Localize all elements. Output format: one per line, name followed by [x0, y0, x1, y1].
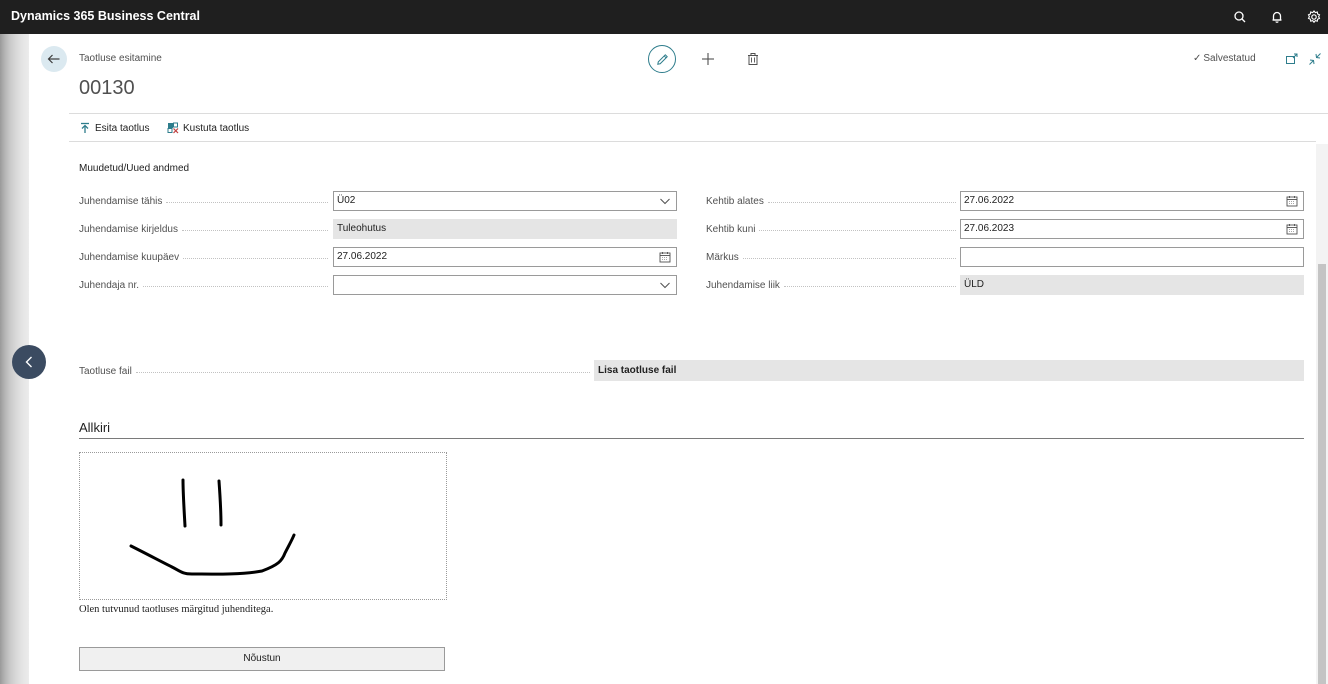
agreement-text: Olen tutvunud taotluses märgitud juhendi… [79, 604, 274, 615]
edit-button[interactable] [648, 45, 676, 73]
new-button[interactable] [700, 51, 716, 67]
delete-request-icon [167, 122, 179, 134]
submit-icon [81, 122, 89, 133]
section-title: Muudetud/Uued andmed [79, 163, 190, 174]
juhendamise-liik-field: ÜLD [960, 275, 1304, 295]
record-number: 00130 [79, 77, 135, 99]
plus-icon [702, 53, 714, 65]
signature-title: Allkiri [79, 420, 111, 435]
field-label-markus: Märkus [706, 247, 956, 267]
signature-drawing [129, 478, 296, 576]
bell-icon[interactable] [1269, 9, 1285, 25]
search-icon[interactable] [1232, 9, 1248, 25]
app-title[interactable]: Dynamics 365 Business Central [11, 9, 200, 23]
juhendaja-nr-dropdown[interactable] [333, 275, 677, 295]
submit-request-action[interactable]: Esita taotlus [79, 122, 149, 134]
field-label-taotluse-fail: Taotluse fail [79, 361, 590, 381]
checkmark-icon: ✓ [1193, 53, 1202, 64]
chevron-down-icon [659, 195, 671, 207]
calendar-icon[interactable] [1286, 195, 1298, 207]
add-file-button[interactable]: Lisa taotluse fail [594, 360, 1304, 381]
back-button[interactable] [41, 46, 67, 72]
field-label-kehtib-alates: Kehtib alates [706, 191, 956, 211]
juhendamise-kuupaev-value: 27.06.2022 [337, 251, 388, 262]
pencil-icon [657, 54, 668, 65]
signature-pad[interactable] [79, 452, 447, 600]
header-divider [69, 113, 1328, 114]
field-label-juhendamise-kirjeldus: Juhendamise kirjeldus [79, 219, 328, 239]
delete-button[interactable] [745, 51, 761, 67]
agree-button[interactable]: Nõustun [79, 647, 445, 671]
action-divider [69, 141, 1316, 142]
saved-label: Salvestatud [1203, 53, 1256, 64]
juhendamise-tahis-value: Ü02 [337, 195, 356, 206]
gear-icon[interactable] [1306, 9, 1322, 25]
juhendamise-tahis-dropdown[interactable]: Ü02 [333, 191, 677, 211]
collapse-icon[interactable] [1308, 52, 1322, 66]
juhendamise-kirjeldus-value: Tuleohutus [337, 223, 387, 234]
juhendamise-kuupaev-field[interactable]: 27.06.2022 [333, 247, 677, 267]
submit-request-label: Esita taotlus [95, 122, 150, 134]
chevron-left-icon [25, 356, 32, 368]
field-label-juhendaja-nr: Juhendaja nr. [79, 275, 328, 295]
kehtib-kuni-value: 27.06.2023 [964, 223, 1015, 234]
signature-divider [79, 438, 1304, 439]
kehtib-kuni-field[interactable]: 27.06.2023 [960, 219, 1304, 239]
delete-request-label: Kustuta taotlus [183, 122, 250, 134]
juhendamise-kirjeldus-field: Tuleohutus [333, 219, 677, 239]
arrow-left-icon [47, 54, 60, 64]
juhendamise-liik-value: ÜLD [964, 279, 985, 290]
calendar-icon[interactable] [1286, 223, 1298, 235]
page-caption: Taotluse esitamine [79, 53, 162, 64]
delete-request-action[interactable]: Kustuta taotlus [167, 122, 249, 134]
field-label-juhendamise-liik: Juhendamise liik [706, 275, 956, 295]
markus-input[interactable] [960, 247, 1304, 267]
kehtib-alates-field[interactable]: 27.06.2022 [960, 191, 1304, 211]
trash-icon [748, 53, 758, 65]
field-label-juhendamise-tahis: Juhendamise tähis [79, 191, 328, 211]
field-label-kehtib-kuni: Kehtib kuni [706, 219, 956, 239]
kehtib-alates-value: 27.06.2022 [964, 195, 1015, 206]
scrollbar-thumb[interactable] [1318, 264, 1326, 684]
collapse-panel-button[interactable] [12, 345, 46, 379]
chevron-down-icon [659, 279, 671, 291]
open-new-window-icon[interactable] [1285, 52, 1299, 66]
calendar-icon[interactable] [659, 251, 671, 263]
top-bar: Dynamics 365 Business Central [0, 0, 1328, 34]
field-label-juhendamise-kuupaev: Juhendamise kuupäev [79, 247, 328, 267]
saved-status: ✓ Salvestatud [1193, 53, 1256, 64]
